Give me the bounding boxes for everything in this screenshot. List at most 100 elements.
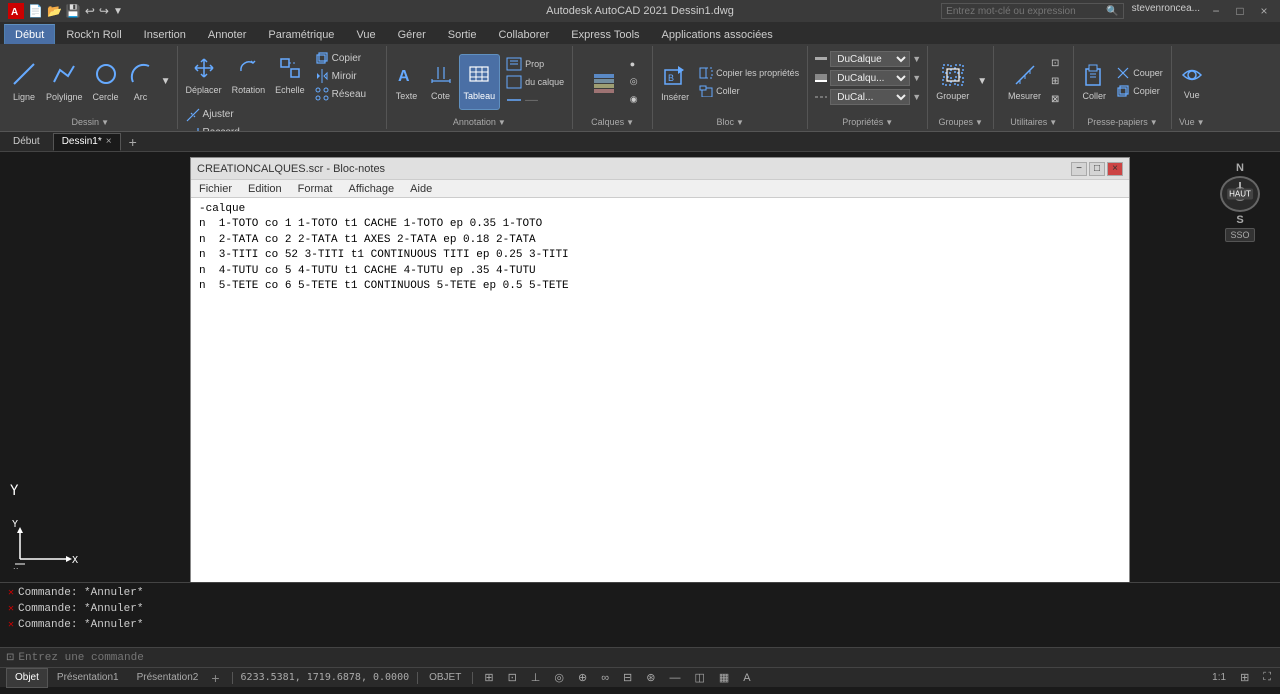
btn-raccord[interactable]: Raccord <box>182 124 244 132</box>
otrack-btn[interactable]: ∞ <box>598 672 612 684</box>
btn-echelle[interactable]: Echelle <box>271 48 309 104</box>
anno-btn[interactable]: A <box>740 672 753 684</box>
tab-express-tools[interactable]: Express Tools <box>560 24 650 44</box>
proprietes-expand-icon[interactable]: ▼ <box>885 118 893 127</box>
btn-ann-more3[interactable]: ── <box>502 91 568 108</box>
btn-tableau[interactable]: Tableau <box>459 54 501 110</box>
tab-dessin1[interactable]: Dessin1* × <box>53 133 121 151</box>
qa-redo[interactable]: ↪ <box>99 4 109 18</box>
tab-add-layout[interactable]: + <box>207 670 223 686</box>
groupes-expand-icon[interactable]: ▼ <box>975 118 983 127</box>
np-menu-format[interactable]: Format <box>294 183 337 195</box>
linetype-dropdown-icon[interactable]: ▼ <box>912 92 921 102</box>
btn-dessin-more[interactable]: ▼ <box>159 54 173 110</box>
layer-dropdown-icon[interactable]: ▼ <box>912 54 921 64</box>
snap-mode[interactable]: OBJET <box>426 672 464 683</box>
btn-deplacer[interactable]: Déplacer <box>182 48 226 104</box>
close-btn[interactable]: × <box>1256 3 1272 19</box>
grid-btn[interactable]: ⊞ <box>481 671 496 684</box>
workspace-btn[interactable]: ⊞ <box>1237 671 1252 684</box>
vue-expand-icon[interactable]: ▼ <box>1197 118 1205 127</box>
btn-reseau[interactable]: Réseau <box>311 86 370 103</box>
np-menu-aide[interactable]: Aide <box>406 183 436 195</box>
presse-expand-icon[interactable]: ▼ <box>1150 118 1158 127</box>
tab-debut-doc[interactable]: Début <box>4 133 49 151</box>
qa-save[interactable]: 💾 <box>66 4 81 18</box>
btn-coller[interactable]: Coller <box>695 82 803 99</box>
btn-ann-more1[interactable]: Prop <box>502 55 568 72</box>
sel-btn[interactable]: ▦ <box>716 671 732 684</box>
btn-copier-prop[interactable]: Copier les propriétés <box>695 64 803 81</box>
np-menu-affichage[interactable]: Affichage <box>345 183 399 195</box>
utilitaires-expand-icon[interactable]: ▼ <box>1049 118 1057 127</box>
btn-cote[interactable]: Cote <box>425 54 457 110</box>
calques-expand-icon[interactable]: ▼ <box>626 118 634 127</box>
tab-applications[interactable]: Applications associées <box>651 24 784 44</box>
color-dropdown-icon[interactable]: ▼ <box>912 73 921 83</box>
zoom-level[interactable]: 1:1 <box>1209 672 1229 683</box>
compass-sso[interactable]: SSO <box>1225 228 1254 242</box>
tab-close-icon[interactable]: × <box>106 136 112 147</box>
maximize-btn[interactable]: □ <box>1232 3 1248 19</box>
qa-new[interactable]: 📄 <box>28 4 43 18</box>
notepad-close[interactable]: × <box>1107 162 1123 176</box>
btn-vue[interactable]: Vue <box>1176 54 1208 110</box>
btn-cercle[interactable]: Cercle <box>89 54 123 110</box>
btn-cal1[interactable]: ● <box>626 55 642 72</box>
btn-calques-main[interactable] <box>584 54 624 110</box>
command-input[interactable] <box>18 652 1274 664</box>
btn-inserer[interactable]: B Insérer <box>657 54 693 110</box>
btn-copier2[interactable]: Copier <box>1112 82 1167 99</box>
tab-objet[interactable]: Objet <box>6 668 48 688</box>
btn-arc[interactable]: Arc <box>125 54 157 110</box>
color-select[interactable]: DuCalqu... <box>830 70 910 86</box>
linetype-select[interactable]: DuCal... <box>830 89 910 105</box>
compass-circle[interactable]: HAUT <box>1220 176 1260 212</box>
btn-grouper[interactable]: Grouper <box>932 54 973 110</box>
btn-mesurer[interactable]: Mesurer <box>1004 54 1045 110</box>
qa-more[interactable]: ▼ <box>113 6 123 17</box>
tab-debut[interactable]: Début <box>4 24 55 44</box>
lw-btn[interactable]: — <box>666 672 683 684</box>
btn-polyligne[interactable]: Polyligne <box>42 54 87 110</box>
btn-util1[interactable]: ⊡ <box>1047 55 1063 72</box>
notepad-maximize[interactable]: □ <box>1089 162 1105 176</box>
btn-rotation[interactable]: Rotation <box>228 48 270 104</box>
osnap-btn[interactable]: ⊕ <box>575 671 590 684</box>
bloc-expand-icon[interactable]: ▼ <box>736 118 744 127</box>
btn-ajuster[interactable]: Ajuster <box>182 106 244 123</box>
search-box[interactable]: 🔍 <box>941 3 1123 19</box>
polar-btn[interactable]: ◎ <box>551 671 567 684</box>
btn-cal2[interactable]: ◎ <box>626 73 642 90</box>
btn-couper[interactable]: Couper <box>1112 64 1167 81</box>
snap-btn[interactable]: ⊡ <box>505 671 520 684</box>
tab-presentation1[interactable]: Présentation1 <box>48 668 128 688</box>
tab-presentation2[interactable]: Présentation2 <box>128 668 208 688</box>
tab-sortie[interactable]: Sortie <box>437 24 488 44</box>
layer-select[interactable]: DuCalque <box>830 51 910 67</box>
tab-rocknroll[interactable]: Rock'n Roll <box>55 24 132 44</box>
btn-ann-more2[interactable]: du calque <box>502 73 568 90</box>
tab-collaborer[interactable]: Collaborer <box>487 24 560 44</box>
tab-vue[interactable]: Vue <box>345 24 386 44</box>
btn-copier[interactable]: Copier <box>311 50 370 67</box>
btn-miroir[interactable]: Miroir <box>311 68 370 85</box>
np-menu-edition[interactable]: Edition <box>244 183 286 195</box>
tab-insertion[interactable]: Insertion <box>133 24 197 44</box>
tab-annoter[interactable]: Annoter <box>197 24 258 44</box>
btn-coller-main[interactable]: Coller <box>1078 54 1110 110</box>
btn-ligne[interactable]: Ligne <box>8 54 40 110</box>
haut-btn[interactable]: HAUT <box>1227 189 1253 200</box>
qa-open[interactable]: 📂 <box>47 4 62 18</box>
trans-btn[interactable]: ◫ <box>691 671 707 684</box>
fullscreen-btn[interactable]: ⛶ <box>1260 671 1274 684</box>
btn-texte[interactable]: A Texte <box>391 54 423 110</box>
search-input[interactable] <box>946 6 1106 17</box>
annotation-expand-icon[interactable]: ▼ <box>498 118 506 127</box>
tab-gerer[interactable]: Gérer <box>387 24 437 44</box>
np-menu-fichier[interactable]: Fichier <box>195 183 236 195</box>
ucs-btn[interactable]: ⊟ <box>620 671 635 684</box>
notepad-minimize[interactable]: − <box>1071 162 1087 176</box>
btn-grouper-more[interactable]: ▼ <box>975 54 989 110</box>
tab-parametrique[interactable]: Paramétrique <box>257 24 345 44</box>
